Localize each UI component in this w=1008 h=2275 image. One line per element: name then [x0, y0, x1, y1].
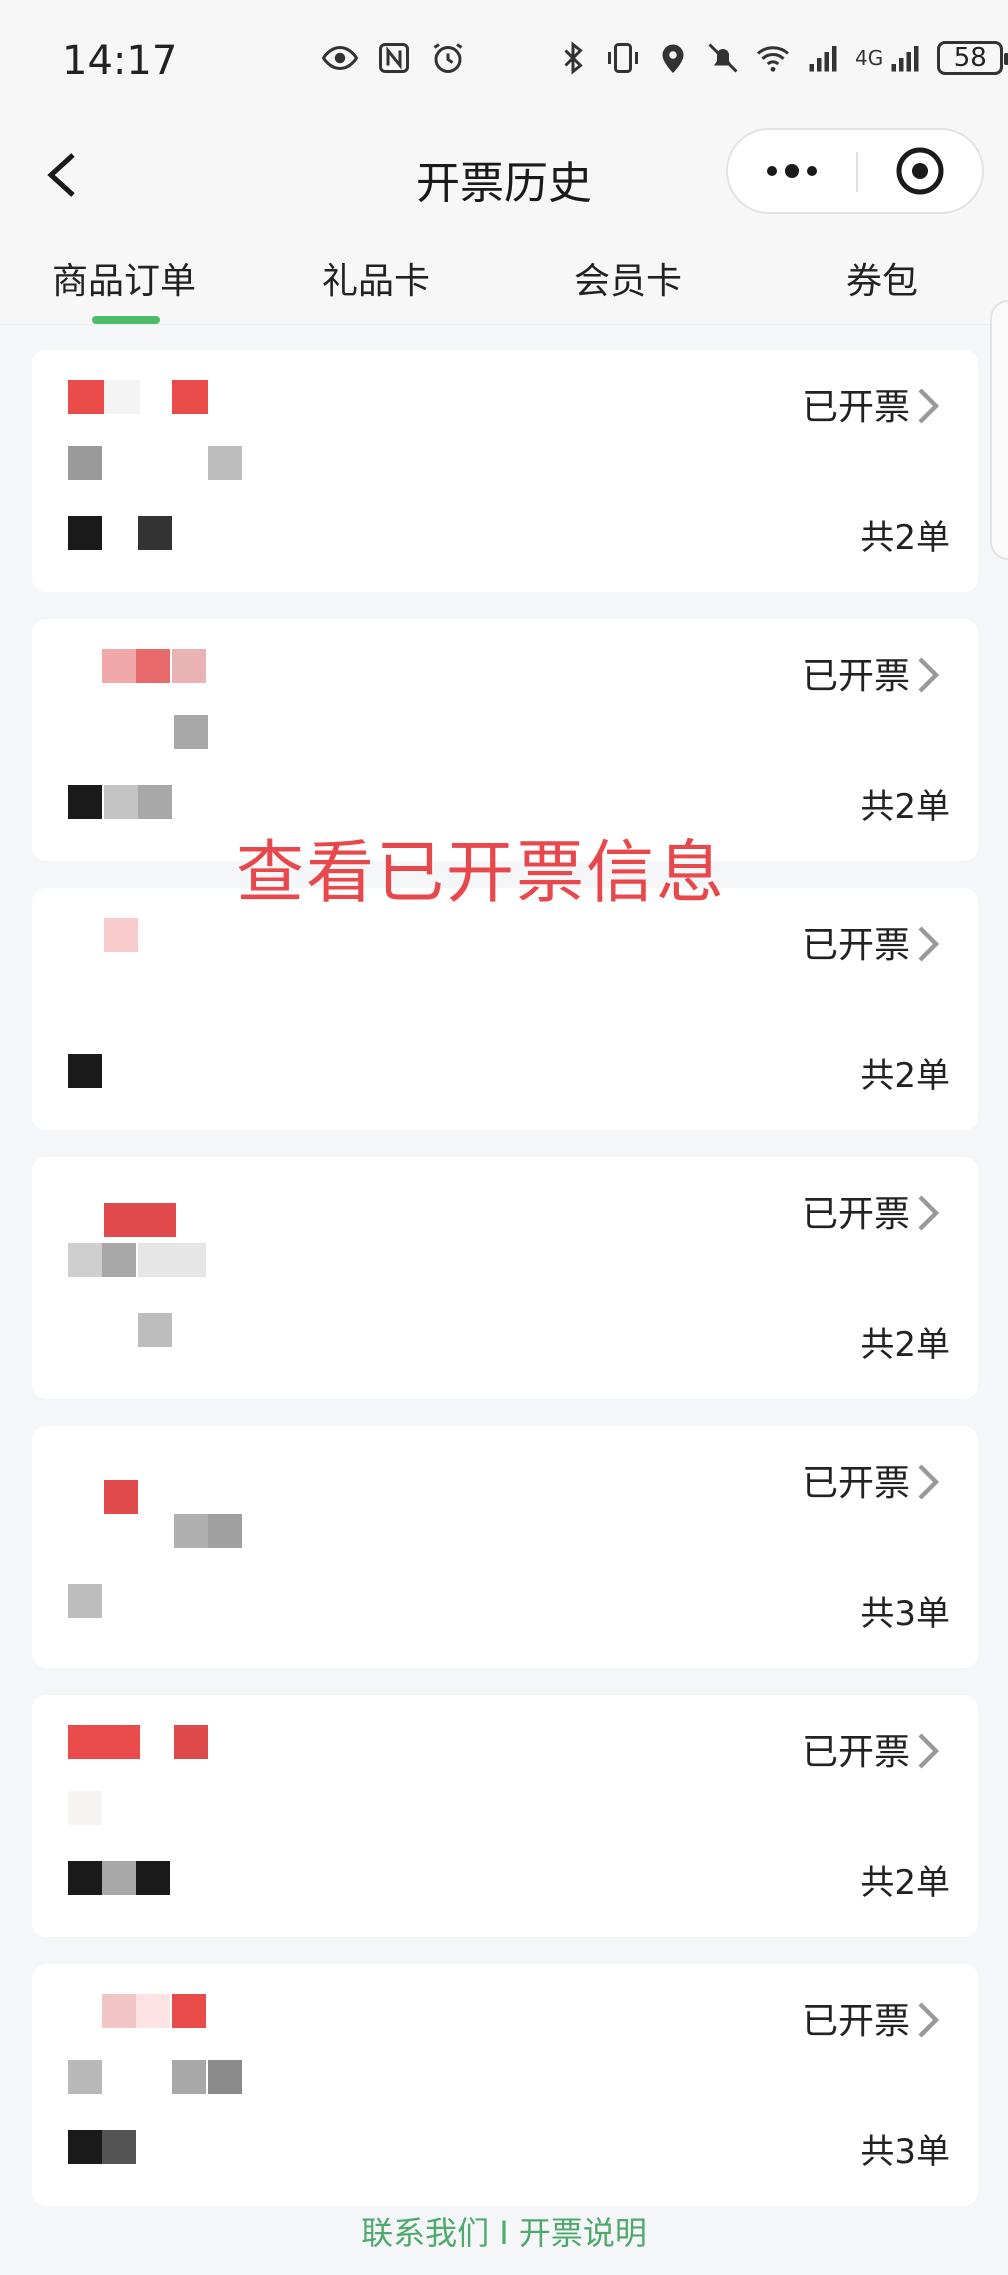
redacted-block — [104, 380, 140, 414]
redacted-block — [138, 785, 172, 819]
redacted-block — [174, 1514, 208, 1548]
redacted-block — [172, 1994, 206, 2028]
invoice-card[interactable]: 已开票 共2单 — [32, 350, 978, 592]
order-count: 共2单 — [860, 518, 950, 558]
invoice-card[interactable]: 已开票 共2单 — [32, 888, 978, 1130]
bluetooth-icon — [564, 41, 583, 75]
redacted-block — [104, 918, 138, 952]
invoice-status: 已开票 — [801, 1732, 910, 1773]
redacted-block — [68, 1584, 102, 1618]
nav-bar: 开票历史 — [0, 125, 1008, 230]
more-button[interactable] — [728, 130, 856, 212]
redacted-block — [208, 1514, 242, 1548]
status-bar: 14:17 4G 58 — [0, 0, 1008, 125]
redacted-block — [68, 1861, 102, 1895]
battery-indicator: 58 — [937, 41, 1008, 75]
redacted-block — [68, 1243, 102, 1277]
redacted-block — [68, 446, 102, 480]
redacted-block — [68, 380, 104, 414]
tab-goods-orders[interactable]: 商品订单 — [52, 252, 196, 304]
redacted-block — [68, 1791, 102, 1825]
redacted-block — [102, 1994, 136, 2028]
nfc-icon — [379, 43, 409, 73]
side-scroll-handle[interactable] — [990, 300, 1008, 560]
tab-gift-card[interactable]: 礼品卡 — [322, 252, 430, 304]
invoice-status: 已开票 — [801, 925, 910, 966]
redacted-block — [102, 2130, 136, 2164]
footer-links[interactable]: 联系我们 I 开票说明 — [0, 2208, 1008, 2275]
redacted-block — [138, 1313, 172, 1347]
invoice-status: 已开票 — [801, 1194, 910, 1235]
network-type: 4G — [855, 46, 884, 70]
battery-level: 58 — [953, 43, 987, 73]
redacted-block — [68, 1054, 102, 1088]
annotation-overlay: 查看已开票信息 — [236, 834, 727, 913]
chevron-right-icon — [918, 2002, 940, 2038]
redacted-block — [174, 1725, 208, 1759]
close-button[interactable] — [858, 130, 982, 212]
redacted-block — [68, 1725, 104, 1759]
more-dots-icon — [767, 164, 817, 178]
wifi-icon — [757, 46, 789, 72]
redacted-block — [104, 1480, 138, 1514]
redacted-block — [172, 2060, 206, 2094]
chevron-right-icon — [918, 1733, 940, 1769]
chevron-right-icon — [918, 657, 940, 693]
order-count: 共2单 — [860, 1056, 950, 1096]
order-count: 共2单 — [860, 1325, 950, 1365]
redacted-block — [208, 2060, 242, 2094]
redacted-block — [208, 446, 242, 480]
order-count: 共2单 — [860, 787, 950, 827]
redacted-block — [68, 2060, 102, 2094]
redacted-block — [68, 785, 102, 819]
invoice-status: 已开票 — [801, 387, 910, 428]
location-icon — [662, 44, 684, 73]
tab-member-card[interactable]: 会员卡 — [574, 252, 682, 304]
order-count: 共3单 — [860, 1594, 950, 1634]
vibrate-icon — [608, 43, 638, 73]
redacted-block — [136, 1994, 170, 2028]
chevron-right-icon — [918, 388, 940, 424]
redacted-block — [102, 1243, 136, 1277]
mute-icon — [708, 43, 738, 73]
signal-icon — [809, 46, 837, 72]
invoice-card[interactable]: 已开票 共2单 — [32, 1157, 978, 1399]
redacted-block — [138, 1243, 172, 1277]
invoice-status: 已开票 — [801, 1463, 910, 1504]
tab-bar: 商品订单 礼品卡 会员卡 券包 — [0, 230, 1008, 325]
target-close-icon — [896, 147, 944, 195]
eye-icon — [322, 45, 358, 71]
redacted-block — [104, 1725, 140, 1759]
invoice-status: 已开票 — [801, 2001, 910, 2042]
alarm-icon — [433, 43, 463, 73]
redacted-block — [172, 649, 206, 683]
redacted-block — [102, 1861, 136, 1895]
redacted-block — [68, 516, 102, 550]
order-count: 共2单 — [860, 1863, 950, 1903]
redacted-block — [136, 1861, 170, 1895]
invoice-card[interactable]: 已开票 共3单 — [32, 1426, 978, 1668]
active-tab-indicator — [92, 316, 160, 324]
redacted-block — [102, 649, 136, 683]
redacted-block — [172, 380, 208, 414]
order-count: 共3单 — [860, 2132, 950, 2172]
redacted-block — [140, 1203, 176, 1237]
chevron-right-icon — [918, 926, 940, 962]
redacted-block — [174, 715, 208, 749]
redacted-block — [104, 785, 138, 819]
signal-4g-icon — [891, 46, 919, 72]
tab-coupon-pack[interactable]: 券包 — [846, 252, 918, 304]
redacted-block — [136, 649, 170, 683]
redacted-block — [172, 1243, 206, 1277]
redacted-block — [68, 2130, 102, 2164]
mini-program-capsule — [726, 128, 984, 214]
invoice-status: 已开票 — [801, 656, 910, 697]
chevron-right-icon — [918, 1464, 940, 1500]
redacted-block — [104, 1203, 140, 1237]
status-time: 14:17 — [62, 38, 178, 84]
invoice-card[interactable]: 已开票 共3单 — [32, 1964, 978, 2206]
chevron-right-icon — [918, 1195, 940, 1231]
invoice-card[interactable]: 已开票 共2单 — [32, 1695, 978, 1937]
redacted-block — [138, 516, 172, 550]
